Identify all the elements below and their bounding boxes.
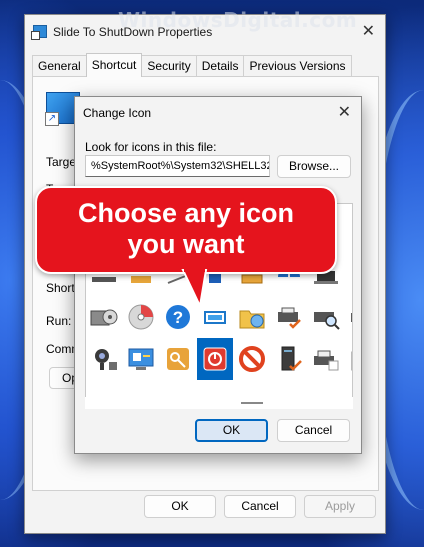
svg-text:?: ? [173,308,183,327]
monitor-chart-icon[interactable] [123,338,159,380]
callout-annotation: Choose any icon you want [35,186,337,274]
folder-globe-icon[interactable] [234,296,270,338]
horizontal-scrollbar[interactable] [85,397,353,409]
target-type-label: Targe [46,155,77,169]
cd-player-icon[interactable] [86,296,122,338]
ok-button[interactable]: OK [144,495,216,518]
key-icon[interactable] [160,338,196,380]
no-entry-icon[interactable] [234,338,270,380]
icon-file-path-input[interactable]: %SystemRoot%\System32\SHELL32.dll [85,155,270,177]
power-icon[interactable] [197,338,233,380]
webcam-icon[interactable] [86,338,122,380]
printer-note-icon[interactable] [308,338,344,380]
server-check-icon[interactable] [271,338,307,380]
shortcut-app-icon [31,25,47,40]
printer-icon[interactable] [345,254,352,296]
dialog-ok-button[interactable]: OK [195,419,268,442]
dialog-title: Change Icon [83,106,152,120]
tab-previous-versions[interactable]: Previous Versions [243,55,352,77]
close-icon[interactable]: ✕ [362,21,375,41]
tab-shortcut[interactable]: Shortcut [85,53,143,77]
scrollbar-thumb[interactable] [241,402,263,404]
cancel-button[interactable]: Cancel [224,495,296,518]
look-for-icons-label: Look for icons in this file: [85,140,217,154]
browse-button[interactable]: Browse... [277,155,351,178]
printer-icon[interactable] [345,296,352,338]
callout-line-1: Choose any icon [77,198,295,228]
dialog-close-icon[interactable]: ✕ [338,102,351,122]
window-buttons: OK Cancel Apply [144,495,376,518]
run-label: Run: [46,314,72,328]
printer-search-icon[interactable] [308,296,344,338]
printer-check-icon[interactable] [271,296,307,338]
documents-icon[interactable] [345,338,352,380]
tab-strip: General Shortcut Security Details Previo… [32,53,352,77]
tab-general[interactable]: General [32,55,87,77]
dialog-cancel-button[interactable]: Cancel [277,419,350,442]
callout-line-2: you want [127,229,245,259]
callout-pointer [181,268,208,308]
dialog-buttons: OK Cancel [195,419,350,442]
tab-security[interactable]: Security [141,55,197,77]
tab-details[interactable]: Details [195,55,245,77]
watermark: WindowsDigital.com [118,8,358,32]
cd-disc-icon[interactable] [123,296,159,338]
apply-button[interactable]: Apply [304,495,376,518]
